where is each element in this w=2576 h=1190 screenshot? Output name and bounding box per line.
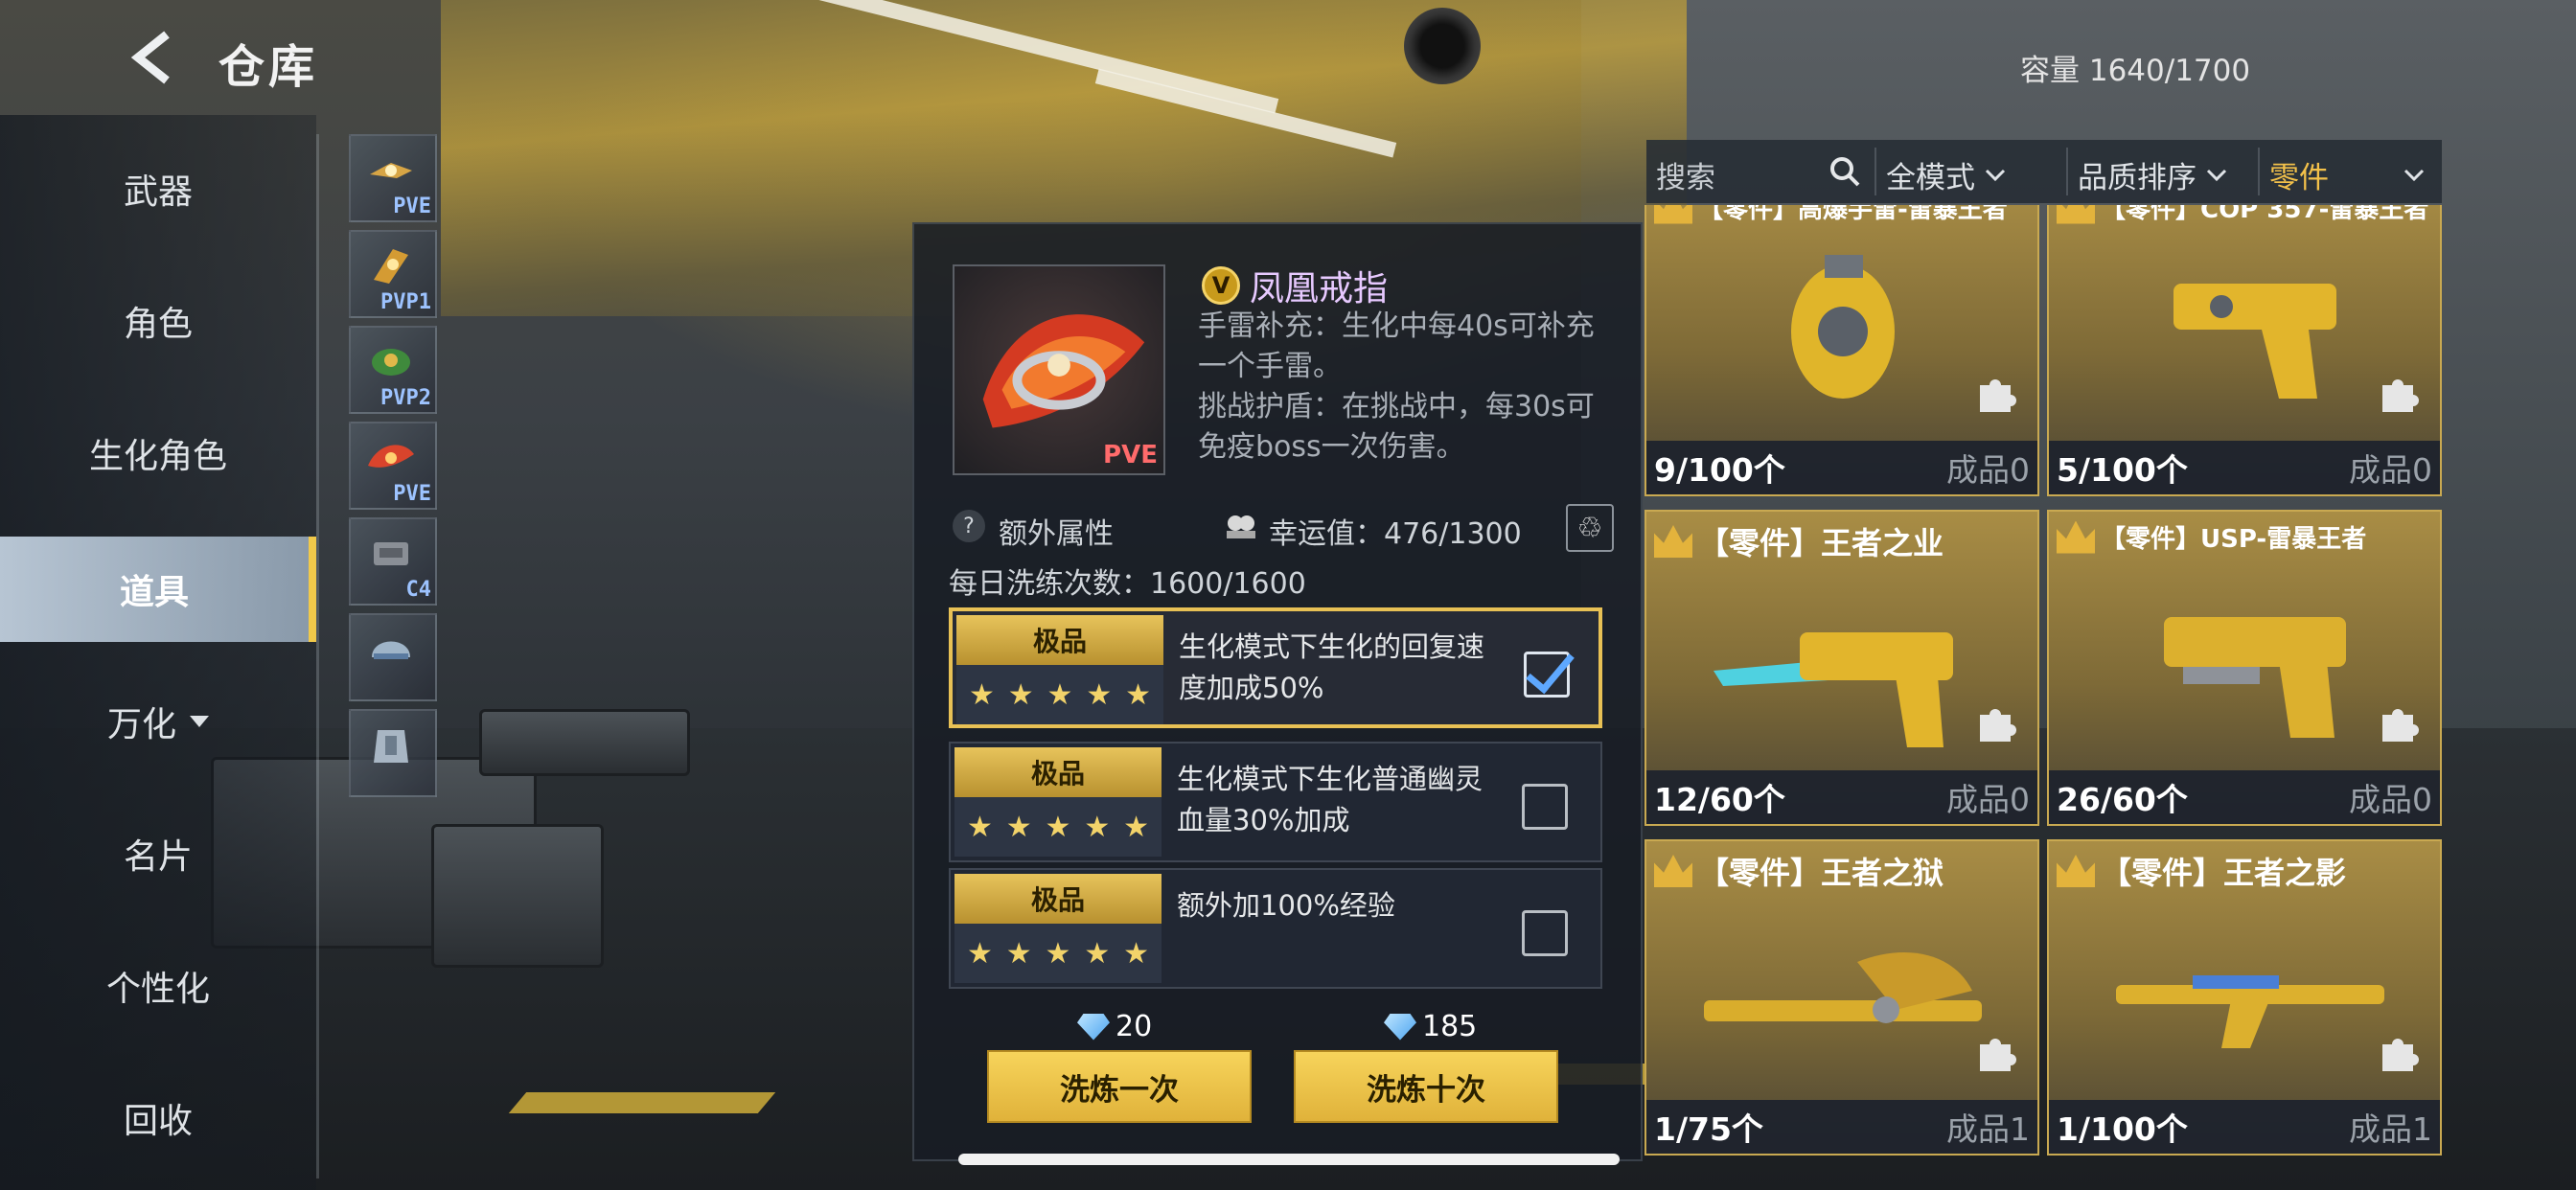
chevron-down-icon (2404, 169, 2425, 181)
item-thumbnail[interactable]: PVE (349, 422, 437, 510)
item-name: V 凤凰戒指 (1202, 261, 1388, 310)
floor-stripe (508, 1092, 776, 1113)
star-rating: ★ ★ ★ ★ ★ (954, 924, 1162, 983)
sidebar-item-wanhua[interactable]: 万化 (0, 669, 316, 774)
puzzle-icon (1980, 709, 2016, 742)
star-rating: ★ ★ ★ ★ ★ (954, 797, 1162, 857)
sidebar-item-characters[interactable]: 角色 (0, 268, 316, 374)
grenade-icon (1791, 255, 1895, 399)
refine-once-button[interactable]: 洗炼一次 (987, 1050, 1252, 1123)
item-card[interactable]: 【零件】王者之狱 1/75个 成品1 (1644, 839, 2039, 1156)
pistol-icon (2164, 617, 2346, 738)
home-indicator[interactable] (958, 1154, 1620, 1165)
diamond-icon (1077, 1013, 1110, 1041)
option-checkbox[interactable] (1524, 652, 1570, 698)
sidebar-item-props[interactable]: 道具 (0, 537, 316, 642)
chevron-down-icon (1985, 169, 2006, 181)
armor-icon (374, 730, 408, 763)
option-checkbox[interactable] (1522, 784, 1568, 830)
mode-tag: PVE (1103, 441, 1158, 469)
crown-icon (2057, 205, 2095, 224)
item-card[interactable]: 【零件】COP 357-雷暴王者 5/100个 成品0 (2047, 205, 2442, 496)
puzzle-icon (2382, 709, 2419, 742)
puzzle-icon (1980, 379, 2016, 412)
item-preview: PVE (953, 264, 1165, 475)
sidebar-item-recycle[interactable]: 回收 (0, 1065, 316, 1171)
sidebar-item-zombie-characters[interactable]: 生化角色 (0, 400, 316, 506)
background-crate (431, 824, 604, 968)
help-icon[interactable]: ? (953, 510, 985, 542)
crown-icon (1654, 205, 1692, 224)
item-card[interactable]: 【零件】USP-雷暴王者 26/60个 成品0 (2047, 510, 2442, 826)
star-rating: ★ ★ ★ ★ ★ (956, 665, 1163, 724)
refine-option[interactable]: 极品 ★ ★ ★ ★ ★ 生化模式下生化的回复速度加成50% (949, 607, 1602, 728)
sidebar-item-weapons[interactable]: 武器 (0, 136, 316, 241)
vip-badge-icon: V (1202, 266, 1240, 305)
item-description: 手雷补充：生化中每40s可补充一个手雷。 挑战护盾：在挑战中，每30s可免疫bo… (1198, 309, 1595, 464)
refine-option[interactable]: 极品 ★ ★ ★ ★ ★ 生化模式下生化普通幽灵血量30%加成 (949, 742, 1602, 862)
item-detail-panel: PVE V 凤凰戒指 手雷补充：生化中每40s可补充一个手雷。 挑战护盾：在挑战… (912, 222, 1643, 1161)
item-thumbnail[interactable]: C4 (349, 517, 437, 606)
background-crate (479, 709, 690, 776)
sidebar: 武器 角色 生化角色 道具 万化 名片 个性化 回收 (0, 115, 316, 1190)
cost-ten: 185 (1384, 1010, 1477, 1043)
diamond-icon (1384, 1013, 1416, 1041)
crown-icon (1654, 525, 1692, 558)
divider (2066, 148, 2068, 195)
item-thumbnail[interactable] (349, 709, 437, 797)
c4-icon (374, 542, 408, 565)
crown-icon (2057, 520, 2095, 554)
divider (2258, 148, 2260, 195)
crown-icon (2057, 855, 2095, 887)
ring-icon (374, 249, 408, 284)
filter-bar: 搜索 全模式 品质排序 零件 (1646, 140, 2442, 203)
rifle-icon (2116, 975, 2384, 1048)
ring-icon (372, 349, 410, 376)
item-card[interactable]: 【零件】王者之业 12/60个 成品0 (1644, 510, 2039, 826)
cost-single: 20 (1077, 1010, 1152, 1043)
daily-refine-count: 每日洗练次数：1600/1600 (949, 567, 1306, 601)
pistol-icon (2174, 284, 2336, 399)
ceiling-lamp (1404, 8, 1481, 84)
category-dropdown[interactable]: 零件 (2269, 153, 2425, 196)
puzzle-icon (2382, 379, 2419, 412)
refine-option[interactable]: 极品 ★ ★ ★ ★ ★ 额外加100%经验 (949, 868, 1602, 989)
mode-dropdown[interactable]: 全模式 (1886, 153, 2006, 196)
top-bar: 仓库 (0, 0, 441, 105)
sort-dropdown[interactable]: 品质排序 (2078, 153, 2227, 196)
item-card[interactable]: 【零件】高爆手雷-雷暴王者 9/100个 成品0 (1644, 205, 2039, 496)
item-thumbnail[interactable]: PVE (349, 134, 437, 222)
recycle-icon[interactable]: ♲ (1566, 504, 1614, 552)
page-title: 仓库 (218, 40, 319, 94)
clover-icon (1227, 515, 1255, 538)
item-thumbnail[interactable]: PVP2 (349, 326, 437, 414)
refine-ten-button[interactable]: 洗炼十次 (1294, 1050, 1558, 1123)
item-card[interactable]: 【零件】王者之影 1/100个 成品1 (2047, 839, 2442, 1156)
puzzle-icon (2382, 1039, 2419, 1071)
sidebar-item-personalize[interactable]: 个性化 (0, 933, 316, 1039)
option-checkbox[interactable] (1522, 910, 1568, 956)
divider (316, 134, 319, 1179)
rifle-icon (1704, 952, 1982, 1023)
helmet-icon (372, 641, 410, 659)
attribute-row: ? 额外属性 幸运值：476/1300 ♲ (953, 504, 1614, 552)
search-input[interactable]: 搜索 (1656, 153, 1715, 196)
divider (1874, 148, 1876, 195)
item-thumbnail[interactable]: PVP1 (349, 230, 437, 318)
item-grid: 【零件】高爆手雷-雷暴王者 9/100个 成品0 【零件】COP 357-雷暴王者… (1644, 205, 2444, 1157)
puzzle-icon (1980, 1039, 2016, 1071)
pistol-icon (1714, 632, 1953, 747)
item-thumbnail[interactable] (349, 613, 437, 701)
chevron-down-icon (190, 716, 209, 727)
back-arrow-icon[interactable] (125, 29, 182, 86)
chevron-down-icon (2206, 169, 2227, 181)
crown-icon (1654, 855, 1692, 887)
sidebar-item-name-cards[interactable]: 名片 (0, 801, 316, 906)
ring-icon (370, 163, 412, 178)
search-icon[interactable] (1828, 155, 1861, 188)
phoenix-ring-icon (368, 445, 414, 468)
capacity-readout: 容量 1640/1700 (2020, 54, 2251, 88)
